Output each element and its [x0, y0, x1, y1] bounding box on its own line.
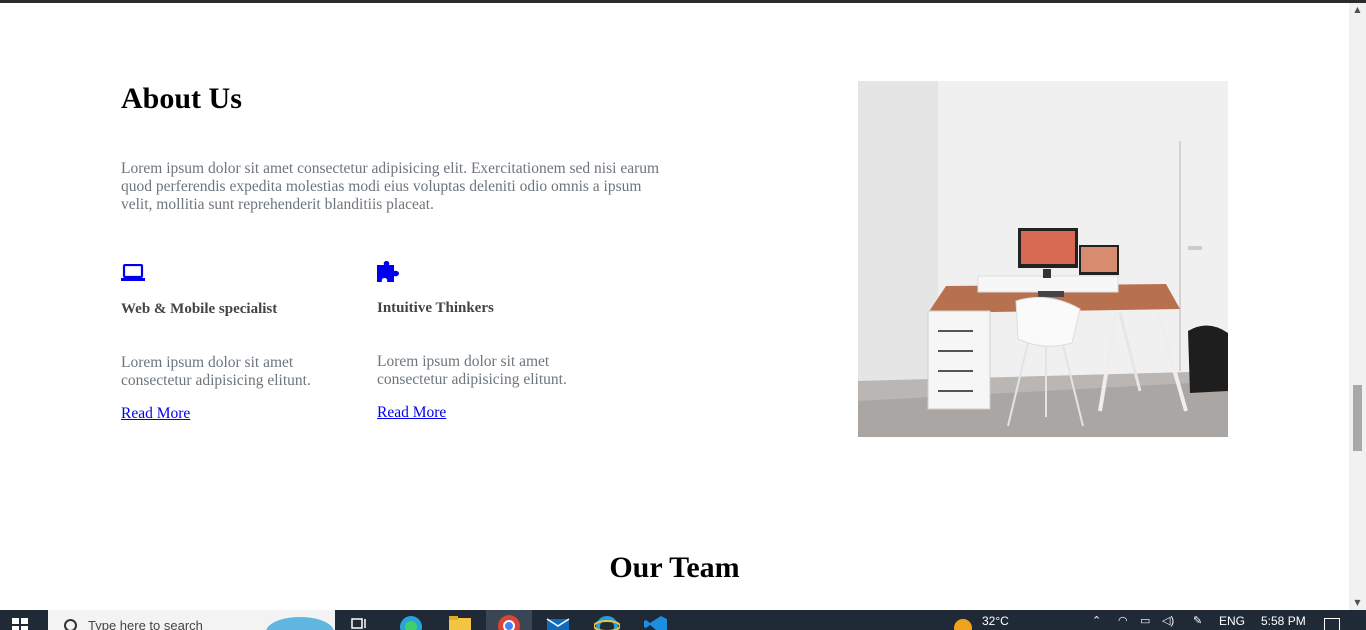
search-icon	[64, 619, 77, 630]
feature-title: Web & Mobile specialist	[121, 301, 278, 317]
language-indicator[interactable]: ENG	[1219, 614, 1245, 630]
weather-temperature[interactable]: 32°C	[982, 614, 1009, 630]
page-content: About Us Lorem ipsum dolor sit amet cons…	[0, 3, 1349, 610]
battery-icon[interactable]: ▭	[1140, 614, 1150, 630]
pen-icon[interactable]: ✎	[1193, 614, 1202, 630]
internet-explorer-icon[interactable]	[593, 614, 621, 630]
feature-intuitive: Intuitive Thinkers Lorem ipsum dolor sit…	[377, 261, 607, 422]
search-placeholder: Type here to search	[88, 618, 203, 630]
clock-time[interactable]: 5:58 PM	[1261, 614, 1306, 630]
about-photo	[858, 81, 1228, 437]
tray-chevron-up-icon[interactable]: ⌃	[1092, 614, 1101, 630]
windows-start-icon[interactable]	[12, 618, 30, 630]
vertical-scrollbar[interactable]: ▲ ▼	[1349, 3, 1366, 610]
mail-icon[interactable]	[545, 614, 570, 630]
edge-icon[interactable]	[398, 614, 422, 630]
laptop-icon	[121, 263, 351, 286]
feature-title: Intuitive Thinkers	[377, 300, 494, 316]
scroll-up-arrow-icon[interactable]: ▲	[1349, 3, 1366, 17]
weather-icon[interactable]	[954, 619, 972, 630]
feature-text: Lorem ipsum dolor sit amet consectetur a…	[377, 353, 567, 388]
read-more-link[interactable]: Read More	[121, 405, 190, 423]
about-description: Lorem ipsum dolor sit amet consectetur a…	[121, 160, 660, 213]
scroll-down-arrow-icon[interactable]: ▼	[1349, 596, 1366, 610]
scroll-thumb[interactable]	[1353, 385, 1362, 451]
read-more-link[interactable]: Read More	[377, 404, 446, 422]
notification-icon[interactable]	[1324, 618, 1340, 630]
about-title: About Us	[121, 82, 242, 115]
feature-web-mobile: Web & Mobile specialist Lorem ipsum dolo…	[121, 263, 351, 423]
search-highlight-image	[266, 617, 334, 630]
taskbar-search-box[interactable]: Type here to search	[48, 610, 335, 630]
volume-icon[interactable]: ◁)	[1162, 614, 1174, 630]
wifi-icon[interactable]: ◠	[1118, 614, 1128, 630]
team-title: Our Team	[609, 551, 740, 584]
file-explorer-icon[interactable]	[447, 614, 471, 630]
taskbar: Type here to search 32°C ⌃ ◠ ▭ ◁) ✎ ENG …	[0, 610, 1366, 630]
feature-text: Lorem ipsum dolor sit amet consectetur a…	[121, 354, 311, 389]
chrome-taskbar-button[interactable]	[486, 610, 532, 630]
task-view-icon[interactable]	[350, 614, 374, 630]
vscode-icon[interactable]	[643, 614, 667, 630]
puzzle-icon	[377, 261, 607, 283]
